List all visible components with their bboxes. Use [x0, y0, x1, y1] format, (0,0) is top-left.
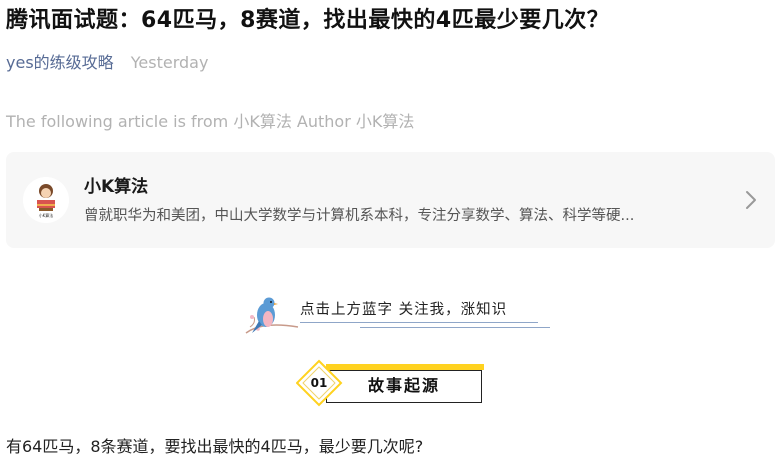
source-attribution: The following article is from 小K算法 Autho… [6, 112, 415, 131]
decorative-line [360, 327, 550, 328]
source-avatar: 小K算法 [23, 177, 69, 223]
account-name-link[interactable]: yes的练级攻略 [6, 53, 114, 72]
source-account-name: 小K算法 [84, 177, 149, 197]
section-header: 01 故事起源 [296, 358, 488, 408]
article-paragraph: 有64匹马，8条赛道，要找出最快的4匹马，最少要几次呢? [6, 437, 424, 456]
section-heading: 故事起源 [367, 376, 440, 395]
source-account-description: 曾就职华为和美团，中山大学数学与计算机系本科，专注分享数学、算法、科学等硬... [84, 208, 635, 224]
source-account-card[interactable]: 小K算法 小K算法 曾就职华为和美团，中山大学数学与计算机系本科，专注分享数学、… [6, 152, 775, 248]
avatar-text: 小K算法 [39, 212, 54, 218]
article-meta: yes的练级攻略 Yesterday [6, 52, 208, 74]
follow-prompt: 点击上方蓝字 关注我，涨知识 [300, 302, 508, 318]
chevron-right-icon [746, 191, 756, 209]
decorative-line [300, 322, 538, 323]
article-title: 腾讯面试题：64匹马，8赛道，找出最快的4匹最少要几次？ [6, 8, 610, 33]
publish-time: Yesterday [130, 53, 209, 72]
bluebird-icon [245, 297, 299, 334]
